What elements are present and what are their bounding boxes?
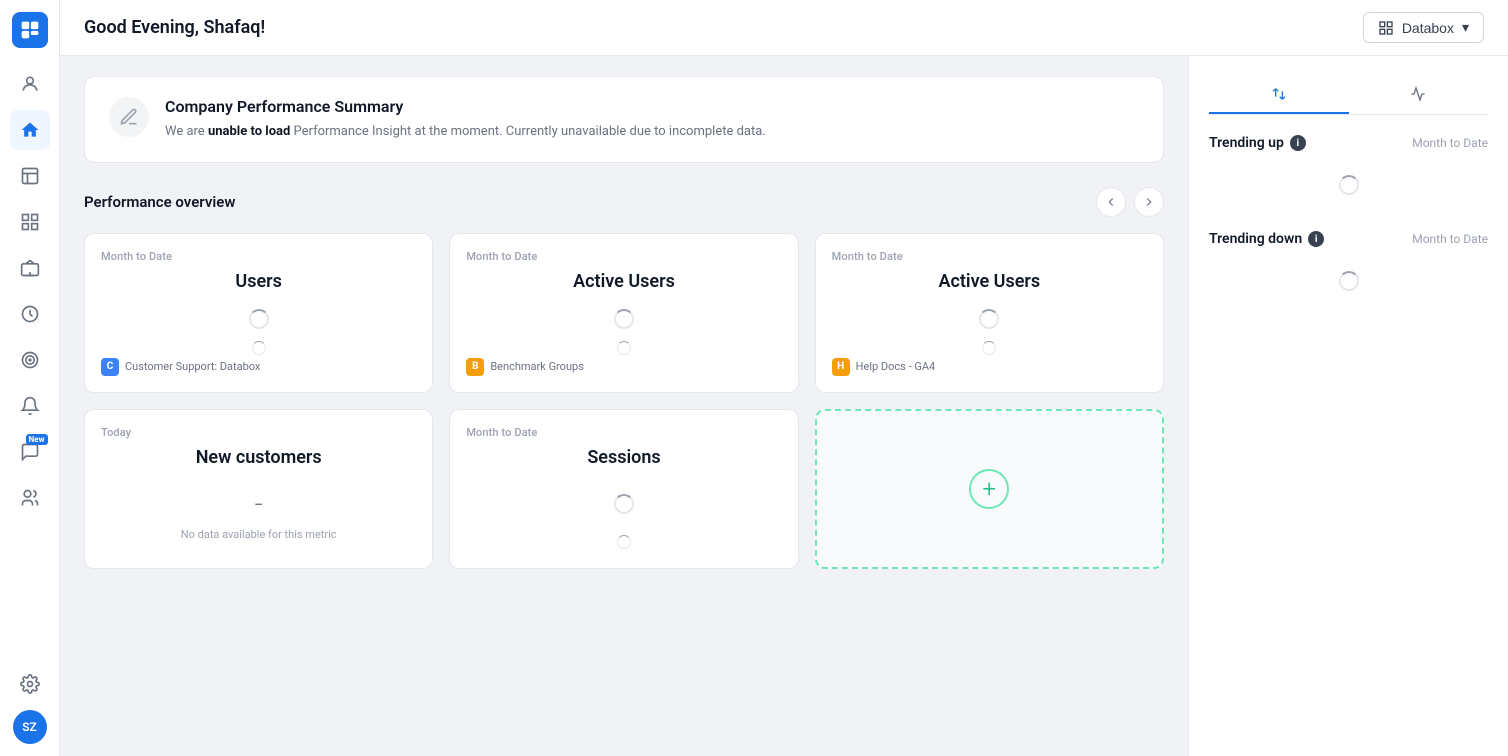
main-panel: Company Performance Summary We are unabl… <box>60 56 1188 756</box>
sidebar-item-dashboard[interactable] <box>10 202 50 242</box>
main-wrapper: Good Evening, Shafaq! Databox ▾ Compan <box>60 0 1508 756</box>
trending-up-info-icon[interactable]: i <box>1290 135 1306 151</box>
trending-down-label: Trending down i <box>1209 231 1324 247</box>
metric-card-sessions: Month to Date Sessions <box>449 409 798 569</box>
card-period-sessions: Month to Date <box>466 426 781 439</box>
trending-up-period: Month to Date <box>1412 136 1488 150</box>
footer-icon-active-users-2: H <box>832 358 850 376</box>
tab-activity[interactable] <box>1349 76 1489 114</box>
summary-title: Company Performance Summary <box>165 97 766 116</box>
performance-header: Performance overview <box>84 187 1164 217</box>
add-metric-icon: + <box>969 469 1009 509</box>
sidebar-item-scoreboard[interactable] <box>10 156 50 196</box>
metric-card-active-users-1: Month to Date Active Users B Benchmark G… <box>449 233 798 393</box>
sidebar: New SZ <box>0 0 60 756</box>
trending-down-info-icon[interactable]: i <box>1308 231 1324 247</box>
databox-chevron-icon: ▾ <box>1462 19 1469 36</box>
card-title-new-customers: New customers <box>101 447 416 468</box>
company-summary-card: Company Performance Summary We are unabl… <box>84 76 1164 163</box>
card-period-new-customers: Today <box>101 426 416 439</box>
card-period-active-users-1: Month to Date <box>466 250 781 263</box>
sidebar-item-user[interactable] <box>10 64 50 104</box>
summary-icon <box>109 97 149 137</box>
sidebar-item-settings[interactable] <box>10 664 50 704</box>
summary-text: We are unable to load Performance Insigh… <box>165 122 766 142</box>
metric-card-new-customers: Today New customers - No data available … <box>84 409 433 569</box>
section-title: Performance overview <box>84 193 235 211</box>
card-spinner-active-users-1 <box>466 300 781 338</box>
greeting-text: Good Evening, Shafaq! <box>84 17 265 38</box>
trending-up-section: Trending up i Month to Date <box>1209 135 1488 207</box>
trending-down-spinner <box>1209 259 1488 303</box>
tab-trending[interactable] <box>1209 76 1349 114</box>
trending-up-label: Trending up i <box>1209 135 1306 151</box>
metric-cards-grid: Month to Date Users C Customer Support: … <box>84 233 1164 569</box>
metric-card-active-users-2: Month to Date Active Users H Help Docs -… <box>815 233 1164 393</box>
sidebar-item-team[interactable] <box>10 478 50 518</box>
user-avatar[interactable]: SZ <box>13 710 47 744</box>
prev-arrow-button[interactable] <box>1096 187 1126 217</box>
sidebar-item-home[interactable] <box>10 110 50 150</box>
card-title-active-users-1: Active Users <box>466 271 781 292</box>
sidebar-item-tv[interactable] <box>10 248 50 288</box>
footer-icon-active-users-1: B <box>466 358 484 376</box>
card-spinner-sessions <box>466 476 781 532</box>
footer-label-users: Customer Support: Databox <box>125 360 260 373</box>
trending-down-header: Trending down i Month to Date <box>1209 231 1488 247</box>
databox-button[interactable]: Databox ▾ <box>1363 12 1484 43</box>
trending-up-header: Trending up i Month to Date <box>1209 135 1488 151</box>
card-title-active-users-2: Active Users <box>832 271 1147 292</box>
card-title-users: Users <box>101 271 416 292</box>
card-no-data-new-customers: No data available for this metric <box>181 528 337 541</box>
trending-down-period: Month to Date <box>1412 232 1488 246</box>
sidebar-item-ask[interactable]: New <box>10 432 50 472</box>
trending-down-section: Trending down i Month to Date <box>1209 231 1488 303</box>
sidebar-item-alerts[interactable] <box>10 386 50 426</box>
top-header: Good Evening, Shafaq! Databox ▾ <box>60 0 1508 56</box>
card-spinner-users <box>101 300 416 338</box>
card-period-active-users-2: Month to Date <box>832 250 1147 263</box>
right-panel: Trending up i Month to Date Trending dow… <box>1188 56 1508 756</box>
add-metric-card[interactable]: + <box>815 409 1164 569</box>
card-dash-new-customers: - <box>255 487 263 520</box>
sidebar-item-goals[interactable] <box>10 340 50 380</box>
sidebar-item-metrics[interactable] <box>10 294 50 334</box>
footer-label-active-users-2: Help Docs - GA4 <box>856 360 936 373</box>
app-logo[interactable] <box>12 12 48 48</box>
card-footer-active-users-2: H Help Docs - GA4 <box>832 358 1147 376</box>
footer-icon-users: C <box>101 358 119 376</box>
right-panel-tabs <box>1209 76 1488 115</box>
card-title-sessions: Sessions <box>466 447 781 468</box>
metric-card-users: Month to Date Users C Customer Support: … <box>84 233 433 393</box>
trending-up-spinner <box>1209 163 1488 207</box>
footer-label-active-users-1: Benchmark Groups <box>490 360 584 373</box>
next-arrow-button[interactable] <box>1134 187 1164 217</box>
card-spinner-active-users-2 <box>832 300 1147 338</box>
content-area: Company Performance Summary We are unabl… <box>60 56 1508 756</box>
card-period-users: Month to Date <box>101 250 416 263</box>
card-footer-active-users-1: B Benchmark Groups <box>466 358 781 376</box>
nav-arrows <box>1096 187 1164 217</box>
new-badge: New <box>26 434 48 445</box>
databox-label: Databox <box>1402 20 1454 36</box>
card-footer-users: C Customer Support: Databox <box>101 358 416 376</box>
